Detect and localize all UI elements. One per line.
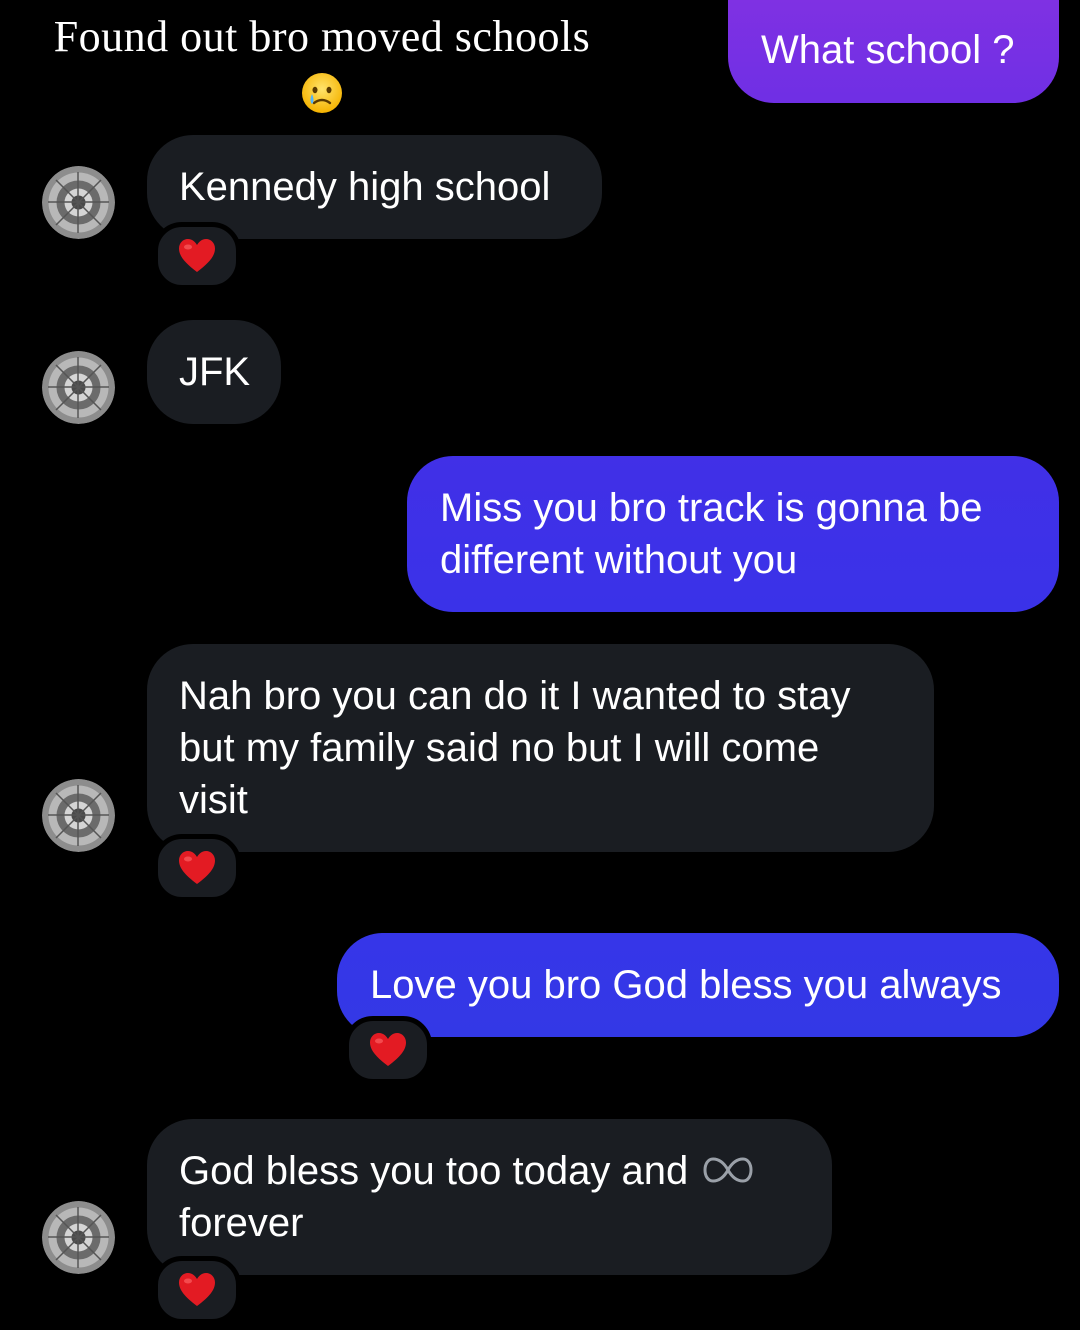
message-line: God bless you too today and: [179, 1149, 689, 1193]
avatar-image-icon: [42, 166, 115, 239]
message-line: forever: [179, 1201, 304, 1245]
message-text: JFK: [179, 350, 251, 394]
message-line: but my family said no but I will come: [179, 726, 820, 770]
message-bubble-incoming[interactable]: JFK: [147, 320, 281, 424]
message-text: What school ?: [761, 28, 1015, 72]
infinity-icon: [703, 1157, 753, 1183]
avatar-image-icon: [42, 1201, 115, 1274]
reaction-badge[interactable]: [153, 834, 241, 902]
caption-text: Found out bro moved schools: [53, 12, 591, 61]
message-text: Love you bro God bless you always: [370, 963, 1002, 1007]
message-bubble-outgoing[interactable]: Love you bro God bless you always: [337, 933, 1059, 1037]
avatar-image-icon: [42, 779, 115, 852]
reaction-badge[interactable]: [153, 1256, 241, 1324]
avatar[interactable]: [42, 166, 115, 239]
reaction-badge[interactable]: [344, 1016, 432, 1084]
heart-icon: [370, 1033, 406, 1066]
story-caption: Found out bro moved schools: [52, 8, 592, 114]
message-line: visit: [179, 778, 248, 822]
heart-icon: [179, 239, 215, 272]
avatar-image-icon: [42, 351, 115, 424]
avatar[interactable]: [42, 351, 115, 424]
reaction-badge[interactable]: [153, 222, 241, 290]
message-bubble-incoming[interactable]: Nah bro you can do it I wanted to stay b…: [147, 644, 934, 852]
message-line: Miss you bro track is gonna be: [440, 486, 983, 530]
message-bubble-outgoing[interactable]: What school ?: [728, 0, 1059, 103]
crying-face-emoji-icon: [302, 73, 342, 113]
avatar[interactable]: [42, 779, 115, 852]
message-line: different without you: [440, 538, 798, 582]
avatar[interactable]: [42, 1201, 115, 1274]
heart-icon: [179, 1273, 215, 1306]
message-bubble-incoming[interactable]: God bless you too today and forever: [147, 1119, 832, 1275]
message-bubble-outgoing[interactable]: Miss you bro track is gonna be different…: [407, 456, 1059, 612]
heart-icon: [179, 851, 215, 884]
message-line: Nah bro you can do it I wanted to stay: [179, 674, 851, 718]
message-text: Kennedy high school: [179, 165, 551, 209]
